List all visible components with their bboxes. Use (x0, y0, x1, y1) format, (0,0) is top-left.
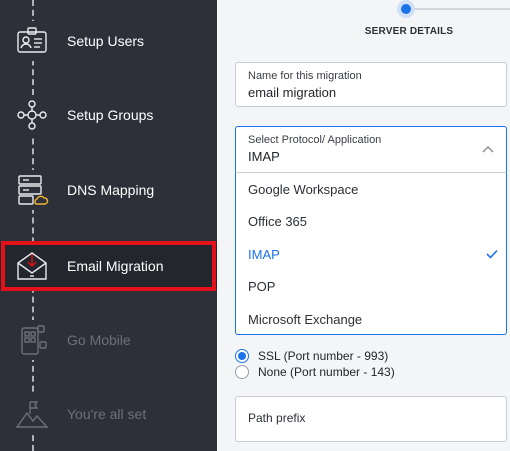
protocol-option[interactable]: POP (236, 270, 506, 302)
setup-sidebar: Setup Users Setup Groups DNS Mapping Ema… (0, 0, 217, 451)
migration-name-value[interactable]: email migration (248, 85, 336, 100)
protocol-option[interactable]: Microsoft Exchange (236, 303, 506, 335)
section-title: SERVER DETAILS (364, 26, 454, 37)
mountain-flag-icon (12, 394, 52, 434)
protocol-select-value: IMAP (248, 149, 280, 164)
group-network-icon (12, 95, 52, 135)
chevron-up-icon[interactable] (482, 142, 494, 156)
protocol-dropdown-menu: Google Workspace Office 365 IMAP POP Mic… (235, 172, 507, 335)
protocol-option-label: Office 365 (248, 213, 308, 229)
sidebar-step-label: Setup Users (67, 33, 145, 49)
sidebar-step-label: You're all set (67, 406, 147, 422)
ssl-radio-label: SSL (Port number - 993) (258, 349, 389, 363)
path-prefix-placeholder: Path prefix (248, 411, 306, 425)
ssl-radio-option[interactable]: SSL (Port number - 993) (235, 349, 388, 363)
path-prefix-input[interactable]: Path prefix (235, 396, 507, 442)
sidebar-step-all-set: You're all set (0, 391, 217, 437)
sidebar-step-setup-groups[interactable]: Setup Groups (0, 92, 217, 138)
protocol-option-label: POP (248, 278, 276, 294)
sidebar-step-label: Setup Groups (67, 107, 154, 123)
server-details-panel: SERVER DETAILS Name for this migration e… (217, 0, 510, 451)
sidebar-step-go-mobile: Go Mobile (0, 317, 217, 363)
radio-button[interactable] (235, 365, 249, 379)
sidebar-step-setup-users[interactable]: Setup Users (0, 18, 217, 64)
protocol-option-label: Microsoft Exchange (248, 311, 363, 327)
sidebar-step-label: DNS Mapping (67, 182, 155, 198)
protocol-select[interactable]: Select Protocol/ Application IMAP (235, 126, 507, 172)
wizard-progress-dot (397, 0, 415, 18)
migration-name-label: Name for this migration (248, 70, 362, 82)
radio-button-checked[interactable] (235, 349, 249, 363)
protocol-option-label: Google Workspace (248, 181, 359, 197)
sidebar-step-dns-mapping[interactable]: DNS Mapping (0, 167, 217, 213)
protocol-option[interactable]: Google Workspace (236, 173, 506, 205)
active-step-highlight (1, 241, 216, 291)
protocol-select-label: Select Protocol/ Application (248, 134, 382, 146)
server-cloud-icon (12, 170, 52, 210)
protocol-option-label: IMAP (248, 246, 280, 262)
mobile-apps-icon (12, 320, 52, 360)
none-radio-option[interactable]: None (Port number - 143) (235, 365, 395, 379)
none-radio-label: None (Port number - 143) (258, 365, 395, 379)
protocol-option[interactable]: Office 365 (236, 205, 506, 237)
checkmark-icon (486, 247, 498, 262)
wizard-progress-line (405, 8, 510, 10)
id-card-icon (12, 21, 52, 61)
migration-name-field[interactable]: Name for this migration email migration (235, 62, 507, 107)
protocol-option-selected[interactable]: IMAP (236, 238, 506, 270)
sidebar-step-label: Go Mobile (67, 332, 131, 348)
progress-connector (32, 0, 34, 451)
